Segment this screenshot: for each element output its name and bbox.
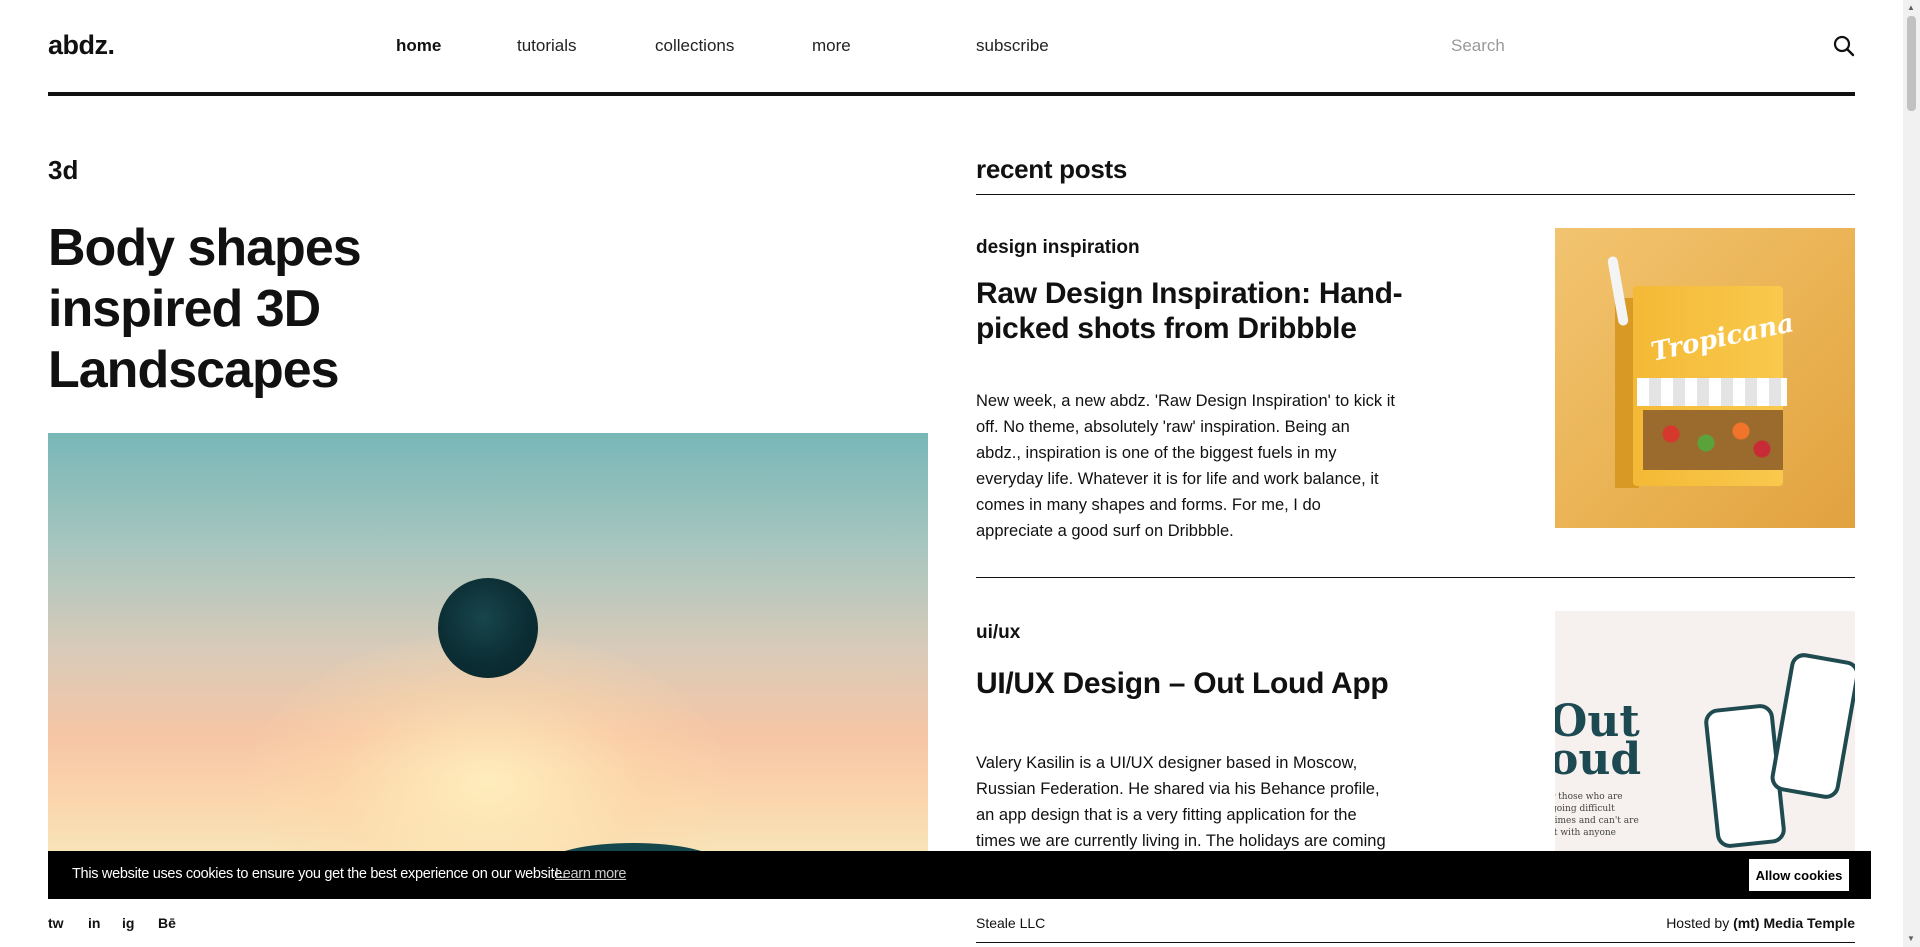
footer-divider (976, 942, 1855, 943)
recent-posts-heading: recent posts (976, 154, 1128, 184)
scroll-down-arrow-icon[interactable]: ▼ (1907, 934, 1915, 943)
hosted-prefix: Hosted by (1666, 915, 1730, 931)
nav-more[interactable]: more (812, 36, 851, 56)
site-header: abdz. home tutorials collections more su… (48, 0, 1855, 96)
social-behance-link[interactable]: Bē (158, 915, 176, 931)
search-icon[interactable] (1832, 34, 1856, 58)
allow-cookies-button[interactable]: Allow cookies (1749, 859, 1849, 891)
social-twitter-link[interactable]: tw (48, 915, 64, 931)
social-linkedin-link[interactable]: in (88, 915, 100, 931)
site-logo[interactable]: abdz. (48, 30, 115, 61)
post-excerpt: New week, a new abdz. 'Raw Design Inspir… (976, 392, 1395, 540)
nav-home[interactable]: home (396, 36, 441, 56)
nav-collections[interactable]: collections (655, 36, 734, 56)
post-excerpt: Valery Kasilin is a UI/UX designer based… (976, 754, 1386, 850)
cookie-message: This website uses cookies to ensure you … (72, 866, 566, 882)
scrollbar-thumb[interactable] (1907, 16, 1916, 111)
post-divider (976, 577, 1855, 578)
post-title[interactable]: UI/UX Design – Out Loud App (976, 666, 1406, 701)
cookie-banner: This website uses cookies to ensure you … (48, 851, 1871, 899)
search-input[interactable] (1429, 30, 1809, 62)
hosted-name[interactable]: (mt) Media Temple (1733, 915, 1855, 931)
social-instagram-link[interactable]: ig (122, 915, 134, 931)
post-title[interactable]: Raw Design Inspiration: Hand-picked shot… (976, 276, 1406, 346)
article-title[interactable]: Body shapes inspired 3D Landscapes (48, 218, 468, 401)
hero-sphere (438, 578, 538, 678)
post-thumbnail[interactable]: Tropicana (1555, 228, 1855, 528)
nav-tutorials[interactable]: tutorials (517, 36, 577, 56)
article-hero-image[interactable] (48, 433, 928, 853)
footer-hosted-by: Hosted by (mt) Media Temple (1640, 915, 1855, 931)
recent-posts-divider (976, 194, 1855, 195)
post-category[interactable]: design inspiration (976, 237, 1140, 259)
nav-subscribe[interactable]: subscribe (976, 36, 1049, 56)
page-scrollbar[interactable]: ▲ ▼ (1903, 0, 1920, 947)
thumb-phone-back (1768, 650, 1855, 802)
post-thumbnail[interactable]: Out oud r those who are going difficult … (1555, 611, 1855, 854)
thumb-fruit-stand (1643, 410, 1783, 470)
post-category[interactable]: ui/ux (976, 622, 1020, 644)
thumb-awning (1637, 378, 1787, 406)
article-category[interactable]: 3d (48, 155, 78, 186)
scroll-up-arrow-icon[interactable]: ▲ (1907, 3, 1915, 12)
footer-company: Steale LLC (976, 915, 1046, 931)
cookie-learn-more-link[interactable]: Learn more (555, 866, 626, 882)
thumb-caption: r those who are going difficult times an… (1555, 792, 1639, 838)
thumb-wordmark-line2: oud (1555, 734, 1642, 785)
thumb-straw (1606, 255, 1630, 327)
